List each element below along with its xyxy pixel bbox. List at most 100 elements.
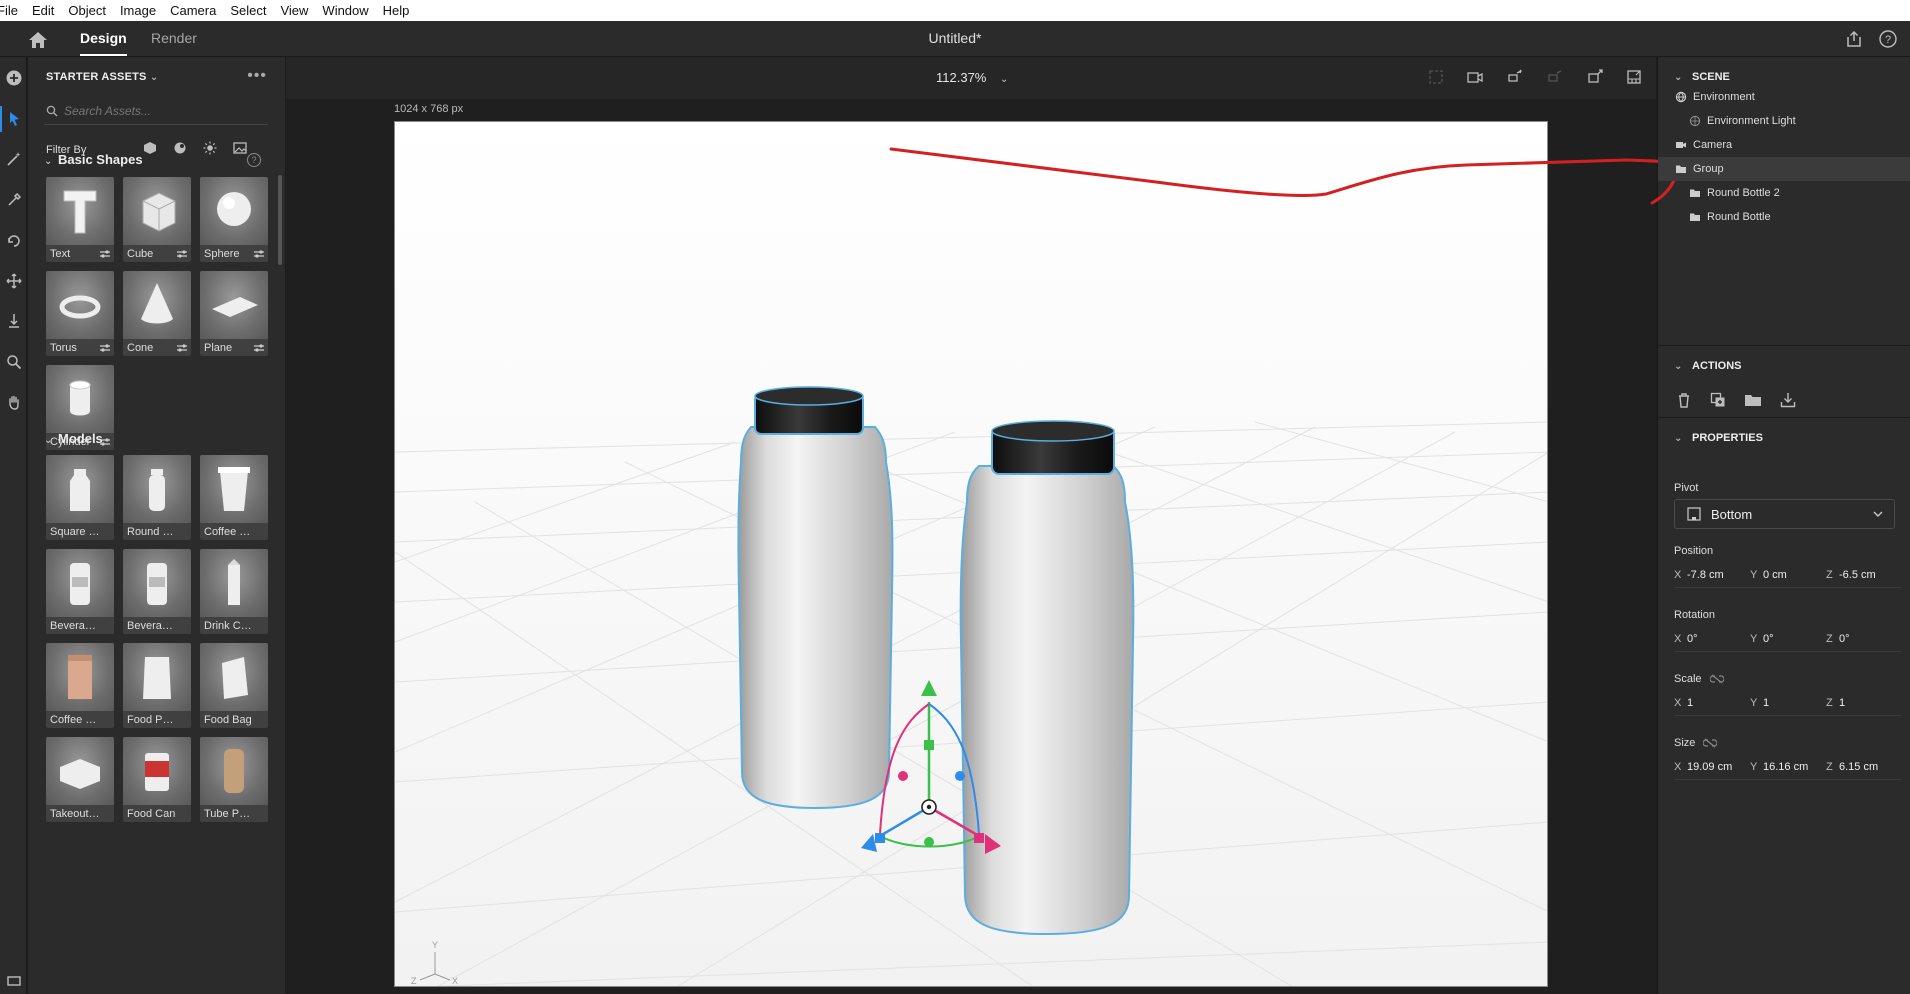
scene-header[interactable]: ⌄ SCENE [1674,71,1730,83]
asset-tile-beverage-can[interactable]: Beverage ... [46,549,114,634]
beverage-can-2-thumbnail [123,549,191,617]
asset-label: Torus [50,342,77,354]
adjust-icon[interactable] [176,249,188,259]
scale-label: Scale [1674,673,1702,685]
asset-tile-beverage-can-2[interactable]: Beverage ... [123,549,191,634]
actions-header[interactable]: ⌄ ACTIONS [1674,360,1742,372]
menu-edit[interactable]: Edit [25,3,61,18]
menu-camera[interactable]: Camera [163,3,223,18]
layers-icon[interactable] [0,968,27,994]
scene-item-camera[interactable]: Camera [1658,133,1910,157]
hand-tool-icon[interactable] [0,389,27,415]
asset-tile-torus[interactable]: Torus [46,271,114,356]
adjust-icon[interactable] [176,343,188,353]
asset-tile-food-can[interactable]: Food Can [123,737,191,822]
select-tool-icon[interactable] [0,106,27,132]
scene-item-environment-light[interactable]: Environment Light [1658,109,1910,133]
adjust-icon[interactable] [99,249,111,259]
scene-item-round-bottle-2[interactable]: Round Bottle 2 [1658,181,1910,205]
material-filter-icon[interactable] [173,141,187,155]
asset-tile-food-pouch[interactable]: Food Pouch [123,643,191,728]
scene-item-round-bottle[interactable]: Round Bottle [1658,205,1910,229]
coffee-cup-thumbnail [200,455,268,523]
add-content-icon[interactable] [0,65,27,91]
more-options-icon[interactable]: ••• [247,67,267,85]
sphere-thumbnail [200,177,268,245]
position-z-field[interactable]: Z -6.5 cm [1826,566,1902,588]
magic-select-icon[interactable] [0,146,27,172]
scene-item-environment[interactable]: Environment [1658,85,1910,109]
size-z-field[interactable]: Z 6.15 cm [1826,758,1902,780]
asset-tile-cube[interactable]: Cube [123,177,191,262]
unlink-icon[interactable] [1703,738,1718,748]
scale-y-field[interactable]: Y1 [1750,694,1826,716]
help-icon[interactable]: ? [1878,29,1898,49]
duplicate-icon[interactable] [1710,392,1726,408]
asset-tile-coffee-cup[interactable]: Coffee Cup [200,455,268,540]
sample-material-icon[interactable] [0,187,27,213]
asset-tile-food-bag[interactable]: Food Bag [200,643,268,728]
light-filter-icon[interactable] [203,141,217,155]
properties-header[interactable]: ⌄ PROPERTIES [1674,432,1763,444]
scene-item-group[interactable]: Group [1658,157,1910,181]
asset-tile-text-3d[interactable]: Text [46,177,114,262]
position-x-field[interactable]: X -7.8 cm [1674,566,1750,588]
rotation-z-field[interactable]: Z 0° [1826,630,1902,652]
zoom-tool-icon[interactable] [0,349,27,375]
menu-view[interactable]: View [273,3,315,18]
rotation-x-field[interactable]: X 0° [1674,630,1750,652]
basic-shapes-header[interactable]: ⌄ Basic Shapes [44,152,143,167]
asset-label: Square Bo... [50,526,100,538]
asset-tile-takeout-box[interactable]: Takeout Box [46,737,114,822]
asset-tile-plane[interactable]: Plane [200,271,268,356]
menu-image[interactable]: Image [113,3,163,18]
pivot-dropdown[interactable]: Bottom [1674,499,1895,529]
scene-item-label: Group [1693,163,1724,175]
position-y-field[interactable]: Y0 cm [1750,566,1826,588]
orbit-tool-icon[interactable] [0,228,27,254]
asset-tile-cone[interactable]: Cone [123,271,191,356]
starter-assets-header[interactable]: STARTER ASSETS ⌄ [46,71,158,83]
menu-object[interactable]: Object [61,3,113,18]
document-title: Untitled* [928,30,982,46]
adjust-icon[interactable] [99,343,111,353]
info-icon[interactable]: ? [247,153,261,167]
adjust-icon[interactable] [253,343,265,353]
asset-label: Text [50,248,71,260]
unlink-icon[interactable] [1709,674,1724,684]
menu-window[interactable]: Window [315,3,375,18]
rotation-y-field[interactable]: Y 0° [1750,630,1826,652]
scale-x-field[interactable]: X1 [1674,694,1750,716]
image-filter-icon[interactable] [233,141,247,155]
pan-tool-icon[interactable] [0,268,27,294]
download-icon[interactable] [1780,392,1796,408]
pivot-bottom-icon [1687,507,1701,521]
plane-thumbnail [200,271,268,339]
size-y-field[interactable]: Y 16.16 cm [1750,758,1826,780]
model-filter-icon[interactable] [143,141,157,155]
size-x-field[interactable]: X 19.09 cm [1674,758,1750,780]
search-input[interactable] [64,102,254,120]
menu-select[interactable]: Select [223,3,273,18]
menu-help[interactable]: Help [376,3,417,18]
asset-tile-sphere[interactable]: Sphere [200,177,268,262]
share-icon[interactable] [1844,29,1864,49]
assets-scrollbar[interactable] [278,175,282,265]
scale-z-field[interactable]: Z1 [1826,694,1902,716]
asset-tile-square-bottle[interactable]: Square Bo... [46,455,114,540]
asset-tile-tube-pack[interactable]: Tube Pack... [200,737,268,822]
asset-tile-coffee-bag[interactable]: Coffee Bag [46,643,114,728]
menu-file[interactable]: File [0,3,25,18]
group-folder-icon[interactable] [1744,392,1762,408]
models-header[interactable]: ⌄ Models [44,431,103,446]
delete-icon[interactable] [1676,392,1692,408]
asset-label: Beverage ... [50,620,100,632]
menu-bar: File Edit Object Image Camera Select Vie… [0,0,1910,21]
asset-tile-drink-carton[interactable]: Drink Cart... [200,549,268,634]
scene-item-label: Environment Light [1707,115,1796,127]
asset-tile-round-bottle[interactable]: Round Bo... [123,455,191,540]
position-label: Position [1674,545,1714,557]
dolly-tool-icon[interactable] [0,308,27,334]
models-grid: Square Bo... Round Bo... Coffee Cup Beverag… [46,455,268,822]
adjust-icon[interactable] [253,249,265,259]
